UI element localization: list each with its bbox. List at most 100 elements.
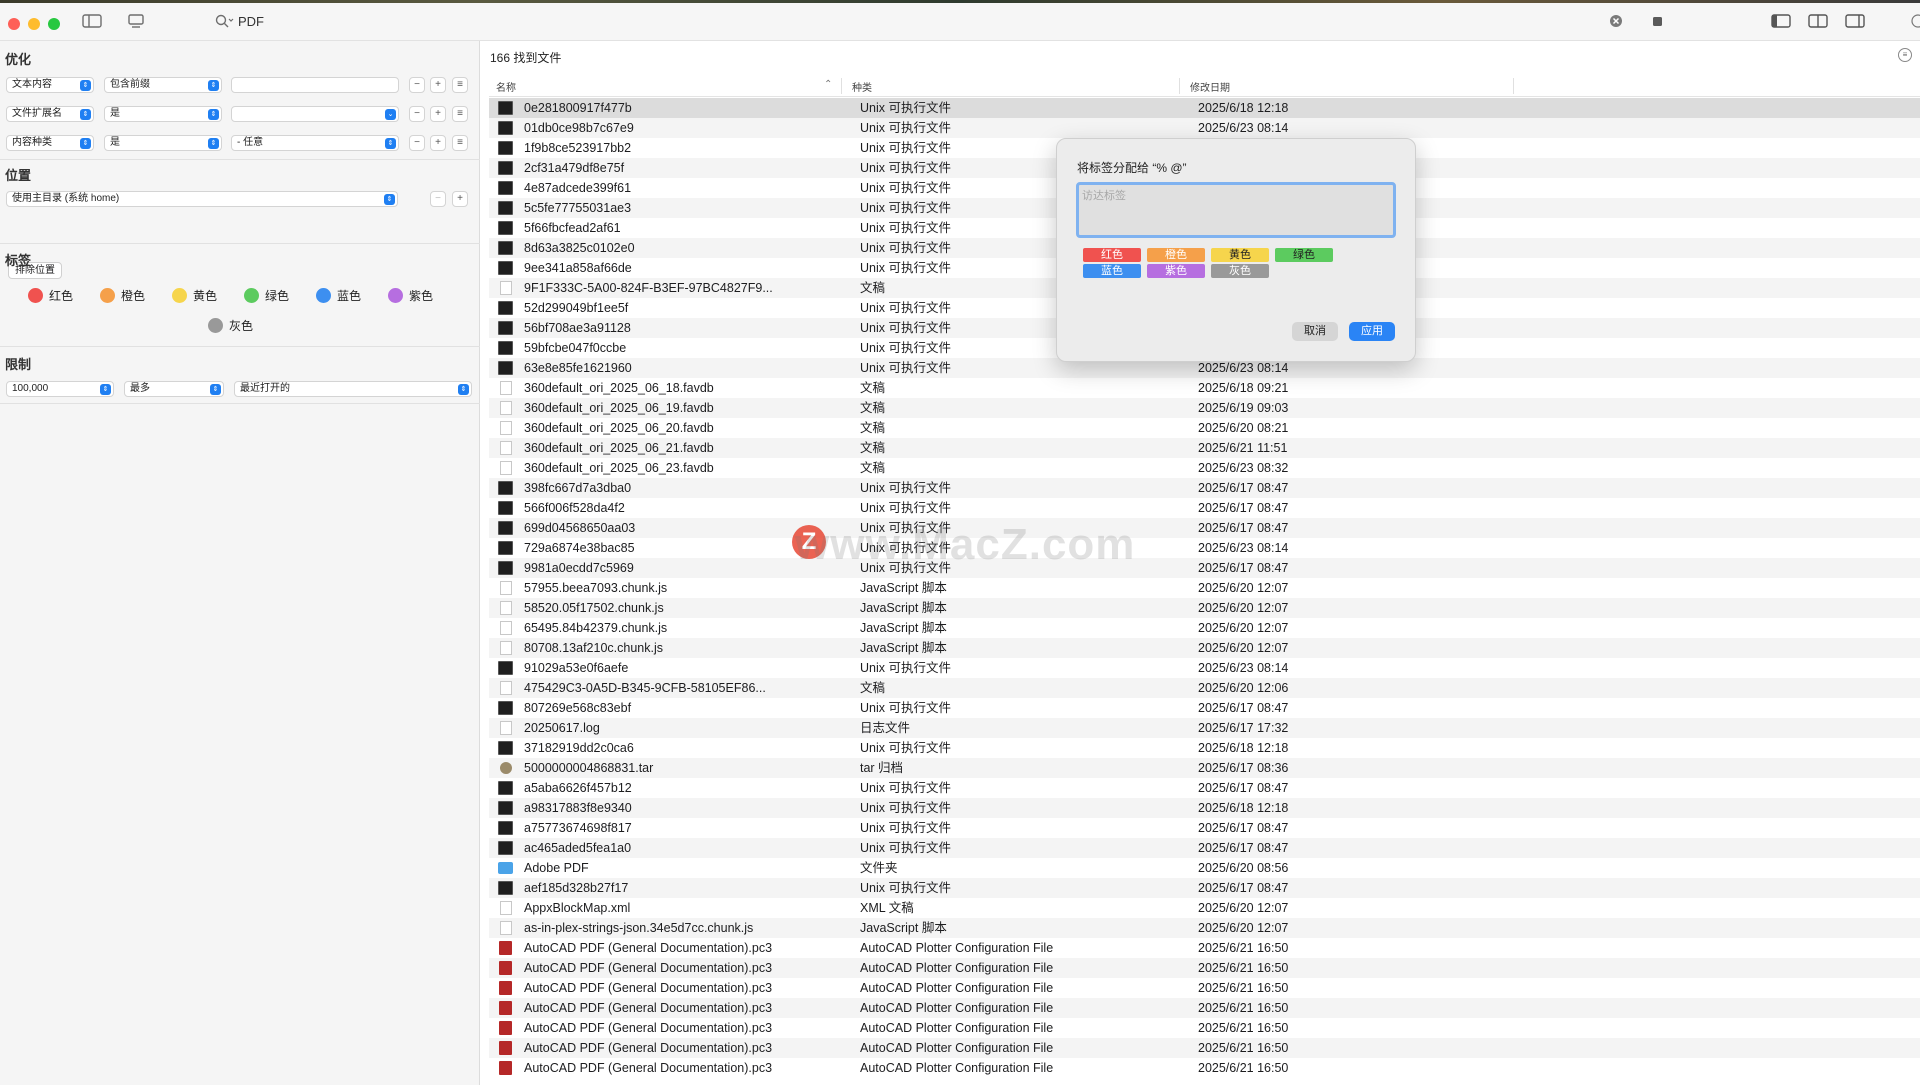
table-row[interactable]: as-in-plex-strings-json.34e5d7cc.chunk.j… bbox=[489, 918, 1920, 938]
table-row[interactable]: AutoCAD PDF (General Documentation).pc3 A… bbox=[489, 958, 1920, 978]
add-criteria-button[interactable]: + bbox=[430, 106, 446, 122]
filter-options-icon[interactable]: ≡ bbox=[1898, 48, 1912, 62]
criteria-operator-popup[interactable]: 包含前缀 ⇕ bbox=[104, 77, 222, 93]
table-row[interactable]: 9981a0ecdd7c5969 Unix 可执行文件 2025/6/17 08:4… bbox=[489, 558, 1920, 578]
zoom-window-button[interactable] bbox=[48, 18, 60, 30]
criteria-options-button[interactable]: ≡ bbox=[452, 77, 468, 93]
table-row[interactable]: AutoCAD PDF (General Documentation).pc3 A… bbox=[489, 998, 1920, 1018]
table-row[interactable]: 5000000004868831.tar tar 归档 2025/6/17 08:3… bbox=[489, 758, 1920, 778]
table-row[interactable]: 360default_ori_2025_06_20.favdb 文稿 2025/6/… bbox=[489, 418, 1920, 438]
chip-purple[interactable]: 紫色 bbox=[1147, 264, 1205, 278]
column-header-date[interactable]: 修改日期 bbox=[1190, 79, 1230, 94]
table-row[interactable]: 57955.beea7093.chunk.js JavaScript 脚本 2025… bbox=[489, 578, 1920, 598]
table-row[interactable]: 360default_ori_2025_06_23.favdb 文稿 2025/6/… bbox=[489, 458, 1920, 478]
criteria-attribute-popup[interactable]: 文件扩展名 ⇕ bbox=[6, 106, 94, 122]
table-row[interactable]: 01db0ce98b7c67e9 Unix 可执行文件 2025/6/23 08:1… bbox=[489, 118, 1920, 138]
add-criteria-button[interactable]: + bbox=[430, 77, 446, 93]
tag-input-field[interactable]: 访达标签 bbox=[1076, 182, 1396, 238]
tag-purple[interactable]: 紫色 bbox=[388, 287, 433, 304]
sidebar-toggle-icon[interactable] bbox=[82, 13, 102, 33]
remove-criteria-button[interactable]: − bbox=[409, 135, 425, 151]
criteria-options-button[interactable]: ≡ bbox=[452, 135, 468, 151]
criteria-operator-popup[interactable]: 是 ⇕ bbox=[104, 135, 222, 151]
limit-mode-popup[interactable]: 最多 ⇕ bbox=[124, 381, 224, 397]
table-row[interactable]: 566f006f528da4f2 Unix 可执行文件 2025/6/17 08:4… bbox=[489, 498, 1920, 518]
criteria-attribute-popup[interactable]: 内容种类 ⇕ bbox=[6, 135, 94, 151]
table-row[interactable]: 0e281800917f477b Unix 可执行文件 2025/6/18 12:1… bbox=[489, 98, 1920, 118]
table-row[interactable]: Adobe PDF 文件夹 2025/6/20 08:56 bbox=[489, 858, 1920, 878]
table-row[interactable]: aef185d328b27f17 Unix 可执行文件 2025/6/17 08:4… bbox=[489, 878, 1920, 898]
table-row[interactable]: 360default_ori_2025_06_19.favdb 文稿 2025/6/… bbox=[489, 398, 1920, 418]
table-row[interactable]: 360default_ori_2025_06_21.favdb 文稿 2025/6/… bbox=[489, 438, 1920, 458]
table-row[interactable]: AppxBlockMap.xml XML 文稿 2025/6/20 12:07 bbox=[489, 898, 1920, 918]
column-divider[interactable] bbox=[1513, 78, 1514, 94]
chip-yellow[interactable]: 黄色 bbox=[1211, 248, 1269, 262]
table-row[interactable]: AutoCAD PDF (General Documentation).pc3 A… bbox=[489, 1058, 1920, 1078]
criteria-value-field[interactable] bbox=[231, 77, 399, 93]
clear-search-icon[interactable] bbox=[1608, 13, 1624, 33]
column-divider[interactable] bbox=[841, 78, 842, 94]
criteria-value-popup[interactable]: - 任意 ⇕ bbox=[231, 135, 399, 151]
table-row[interactable]: AutoCAD PDF (General Documentation).pc3 A… bbox=[489, 938, 1920, 958]
remove-criteria-button[interactable]: − bbox=[409, 77, 425, 93]
chip-blue[interactable]: 蓝色 bbox=[1083, 264, 1141, 278]
layout-right-panel-icon[interactable] bbox=[1845, 13, 1865, 33]
column-header-kind[interactable]: 种类 bbox=[852, 79, 872, 94]
location-popup[interactable]: 使用主目录 (系统 home) ⇕ bbox=[6, 191, 398, 207]
chip-orange[interactable]: 橙色 bbox=[1147, 248, 1205, 262]
table-row[interactable]: 20250617.log 日志文件 2025/6/17 17:32 bbox=[489, 718, 1920, 738]
pc3-file-icon bbox=[499, 1001, 512, 1015]
criteria-operator-popup[interactable]: 是 ⇕ bbox=[104, 106, 222, 122]
table-row[interactable]: a75773674698f817 Unix 可执行文件 2025/6/17 08:4… bbox=[489, 818, 1920, 838]
stop-icon[interactable] bbox=[1649, 13, 1665, 33]
layout-left-panel-icon[interactable] bbox=[1771, 13, 1791, 33]
table-row[interactable]: a5aba6626f457b12 Unix 可执行文件 2025/6/17 08:4… bbox=[489, 778, 1920, 798]
table-row[interactable]: 58520.05f17502.chunk.js JavaScript 脚本 2025… bbox=[489, 598, 1920, 618]
table-row[interactable]: 729a6874e38bac85 Unix 可执行文件 2025/6/23 08:1… bbox=[489, 538, 1920, 558]
minimize-window-button[interactable] bbox=[28, 18, 40, 30]
table-row[interactable]: 699d04568650aa03 Unix 可执行文件 2025/6/17 08:4… bbox=[489, 518, 1920, 538]
table-row[interactable]: 807269e568c83ebf Unix 可执行文件 2025/6/17 08:4… bbox=[489, 698, 1920, 718]
tag-gray[interactable]: 灰色 bbox=[208, 317, 253, 334]
table-row[interactable]: 475429C3-0A5D-B345-9CFB-58105EF86... 文稿 20… bbox=[489, 678, 1920, 698]
more-icon[interactable] bbox=[1910, 13, 1920, 33]
chip-red[interactable]: 红色 bbox=[1083, 248, 1141, 262]
table-row[interactable]: 360default_ori_2025_06_18.favdb 文稿 2025/6/… bbox=[489, 378, 1920, 398]
criteria-options-button[interactable]: ≡ bbox=[452, 106, 468, 122]
table-row[interactable]: ac465aded5fea1a0 Unix 可执行文件 2025/6/17 08:4… bbox=[489, 838, 1920, 858]
cancel-button[interactable]: 取消 bbox=[1292, 322, 1338, 341]
close-window-button[interactable] bbox=[8, 18, 20, 30]
search-query[interactable]: PDF bbox=[238, 14, 264, 29]
table-row[interactable]: AutoCAD PDF (General Documentation).pc3 A… bbox=[489, 978, 1920, 998]
apply-button[interactable]: 应用 bbox=[1349, 322, 1395, 341]
table-row[interactable]: 65495.84b42379.chunk.js JavaScript 脚本 2025… bbox=[489, 618, 1920, 638]
criteria-attribute-popup[interactable]: 文本内容 ⇕ bbox=[6, 77, 94, 93]
limit-sort-popup[interactable]: 最近打开的 ⇕ bbox=[234, 381, 472, 397]
chip-gray[interactable]: 灰色 bbox=[1211, 264, 1269, 278]
add-location-button[interactable]: + bbox=[452, 191, 468, 207]
table-row[interactable]: 37182919dd2c0ca6 Unix 可执行文件 2025/6/18 12:1… bbox=[489, 738, 1920, 758]
remove-location-button[interactable]: − bbox=[430, 191, 446, 207]
table-row[interactable]: 91029a53e0f6aefe Unix 可执行文件 2025/6/23 08:1… bbox=[489, 658, 1920, 678]
tag-orange[interactable]: 橙色 bbox=[100, 287, 145, 304]
layout-split-icon[interactable] bbox=[1808, 13, 1828, 33]
window-layout-icon[interactable] bbox=[126, 13, 146, 33]
table-row[interactable]: AutoCAD PDF (General Documentation).pc3 A… bbox=[489, 1038, 1920, 1058]
tag-green[interactable]: 绿色 bbox=[244, 287, 289, 304]
add-criteria-button[interactable]: + bbox=[430, 135, 446, 151]
chip-green[interactable]: 绿色 bbox=[1275, 248, 1333, 262]
tag-red[interactable]: 红色 bbox=[28, 287, 73, 304]
sort-ascending-icon[interactable]: ⌃ bbox=[824, 79, 832, 90]
column-divider[interactable] bbox=[1179, 78, 1180, 94]
table-row[interactable]: AutoCAD PDF (General Documentation).pc3 A… bbox=[489, 1018, 1920, 1038]
column-header-name[interactable]: 名称 bbox=[496, 79, 516, 94]
limit-count-field[interactable]: 100,000 ⇕ bbox=[6, 381, 114, 397]
search-icon[interactable] bbox=[214, 13, 234, 33]
remove-criteria-button[interactable]: − bbox=[409, 106, 425, 122]
tag-yellow[interactable]: 黄色 bbox=[172, 287, 217, 304]
table-row[interactable]: a98317883f8e9340 Unix 可执行文件 2025/6/18 12:1… bbox=[489, 798, 1920, 818]
table-row[interactable]: 80708.13af210c.chunk.js JavaScript 脚本 2025… bbox=[489, 638, 1920, 658]
tag-blue[interactable]: 蓝色 bbox=[316, 287, 361, 304]
table-row[interactable]: 398fc667d7a3dba0 Unix 可执行文件 2025/6/17 08:4… bbox=[489, 478, 1920, 498]
criteria-value-popup[interactable]: ⌄ bbox=[231, 106, 399, 122]
